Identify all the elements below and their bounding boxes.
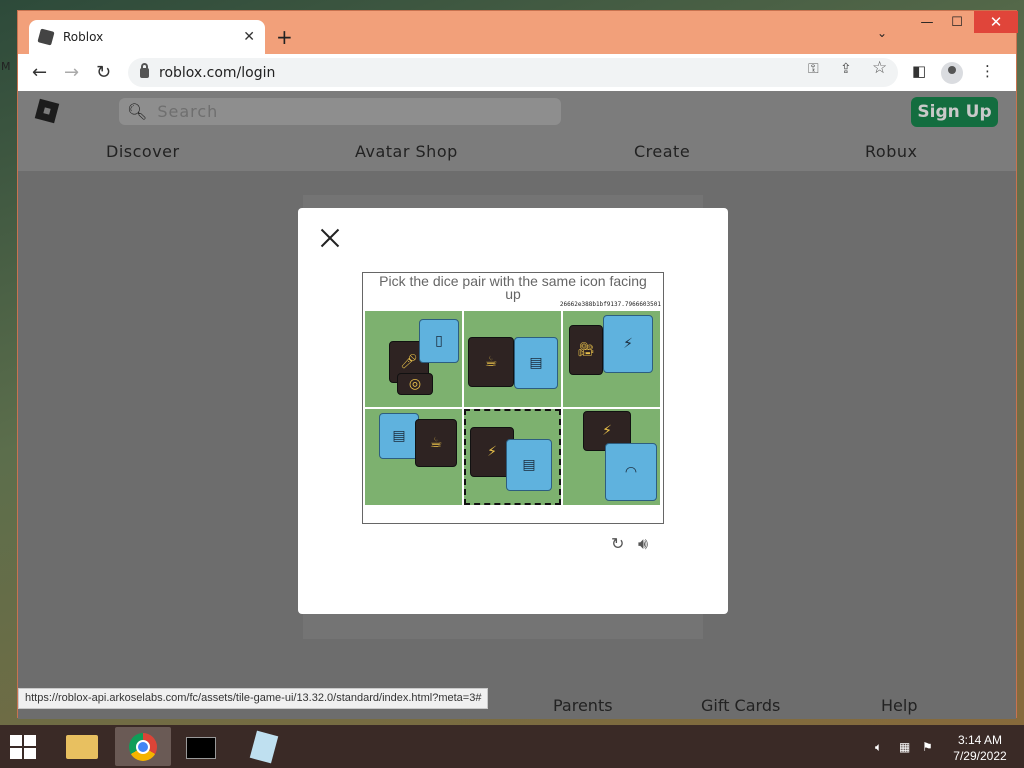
captcha-tile-5[interactable]: ⚡︎ ▤ — [464, 409, 561, 505]
footer-gift-cards[interactable]: Gift Cards — [701, 696, 780, 715]
side-panel-icon[interactable]: ◧ — [912, 62, 926, 80]
captcha-tile-4[interactable]: ▤ ☕︎ — [365, 409, 462, 505]
nav-avatar-shop[interactable]: Avatar Shop — [355, 142, 458, 161]
browser-window: Roblox ✕ + ⌄ — ☐ ✕ ← → ↻ roblox.com/logi… — [17, 10, 1018, 719]
captcha-game-id: 26662e388b1bf9137.7966603501 — [559, 301, 661, 308]
key-icon[interactable]: ⚿ — [808, 61, 819, 77]
tab-title: Roblox — [63, 30, 104, 44]
notepad-icon[interactable] — [239, 727, 295, 766]
captcha-tile-1[interactable]: 🎤︎ ▯ ◎ — [365, 311, 462, 407]
address-bar[interactable]: roblox.com/login — [128, 58, 898, 87]
search-icon: 🔍︎ — [127, 102, 148, 121]
window-close-icon[interactable]: ✕ — [974, 11, 1018, 33]
search-placeholder: Search — [157, 102, 219, 121]
captcha-game: Pick the dice pair with the same icon fa… — [362, 272, 664, 524]
captcha-modal: Pick the dice pair with the same icon fa… — [298, 208, 728, 614]
tab-close-icon[interactable]: ✕ — [243, 29, 255, 45]
chrome-taskbar-icon[interactable] — [115, 727, 171, 766]
roblox-logo-icon[interactable] — [34, 98, 60, 124]
lock-icon — [140, 62, 149, 78]
nav-robux[interactable]: Robux — [865, 142, 917, 161]
reload-icon[interactable]: ↻ — [96, 62, 111, 83]
captcha-tile-6[interactable]: ⚡︎ ◠ — [563, 409, 660, 505]
address-url: roblox.com/login — [159, 64, 276, 81]
captcha-tile-3[interactable]: 🎥︎ ⚡︎ — [563, 311, 660, 407]
desktop-edge-label: M — [1, 60, 11, 73]
search-input[interactable]: 🔍︎ Search — [119, 98, 561, 125]
browser-toolbar: ← → ↻ roblox.com/login ⚿ ⇪ ☆ ◧ ⋮ — [18, 54, 1016, 91]
roblox-header: 🔍︎ Search Sign Up Discover Avatar Shop C… — [18, 91, 1016, 171]
roblox-favicon-icon — [37, 28, 55, 46]
status-bar-url: https://roblox-api.arkoselabs.com/fc/ass… — [18, 688, 489, 709]
footer-help[interactable]: Help — [881, 696, 917, 715]
bookmark-star-icon[interactable]: ☆ — [872, 58, 887, 78]
volume-muted-icon[interactable]: 🔈︎ — [875, 740, 882, 755]
nav-create[interactable]: Create — [634, 142, 690, 161]
network-icon[interactable]: ▦ — [899, 740, 910, 754]
share-icon[interactable]: ⇪ — [840, 61, 852, 77]
clock-time: 3:14 AM — [957, 733, 1003, 747]
menu-kebab-icon[interactable]: ⋮ — [980, 62, 995, 80]
nav-discover[interactable]: Discover — [106, 142, 180, 161]
reload-captcha-icon[interactable]: ↻ — [611, 534, 624, 553]
minimize-icon[interactable]: — — [911, 11, 943, 33]
back-arrow-icon[interactable]: ← — [32, 62, 47, 83]
command-prompt-icon[interactable] — [176, 727, 232, 766]
taskbar-clock[interactable]: 3:14 AM 7/29/2022 — [945, 732, 1015, 764]
sign-up-button[interactable]: Sign Up — [911, 97, 998, 127]
clock-date: 7/29/2022 — [953, 749, 1007, 763]
title-bar: Roblox ✕ + ⌄ — ☐ ✕ — [18, 11, 1018, 54]
windows-start-icon[interactable] — [10, 735, 38, 759]
file-explorer-icon[interactable] — [58, 727, 114, 766]
action-center-flag-icon[interactable]: ⚑ — [922, 740, 933, 754]
new-tab-icon[interactable]: + — [276, 25, 293, 49]
captcha-prompt: Pick the dice pair with the same icon fa… — [379, 273, 647, 302]
roblox-page: 🔍︎ Search Sign Up Discover Avatar Shop C… — [18, 91, 1016, 719]
profile-avatar-icon[interactable] — [941, 62, 963, 84]
footer-parents[interactable]: Parents — [553, 696, 613, 715]
tab-search-chevron-icon[interactable]: ⌄ — [877, 26, 887, 40]
audio-icon[interactable]: 🔊︎ — [638, 534, 648, 554]
close-icon[interactable] — [320, 228, 340, 248]
maximize-icon[interactable]: ☐ — [941, 11, 973, 33]
captcha-grid: 🎤︎ ▯ ◎ ☕︎ ▤ 🎥︎ ⚡︎ ▤ ☕︎ ⚡︎ ▤ ⚡︎ ◠ — [365, 311, 661, 507]
taskbar: 🔈︎ ▦ ⚑ 3:14 AM 7/29/2022 — [0, 725, 1024, 768]
captcha-tile-2[interactable]: ☕︎ ▤ — [464, 311, 561, 407]
forward-arrow-icon[interactable]: → — [64, 62, 79, 83]
browser-tab[interactable]: Roblox ✕ — [29, 20, 265, 54]
